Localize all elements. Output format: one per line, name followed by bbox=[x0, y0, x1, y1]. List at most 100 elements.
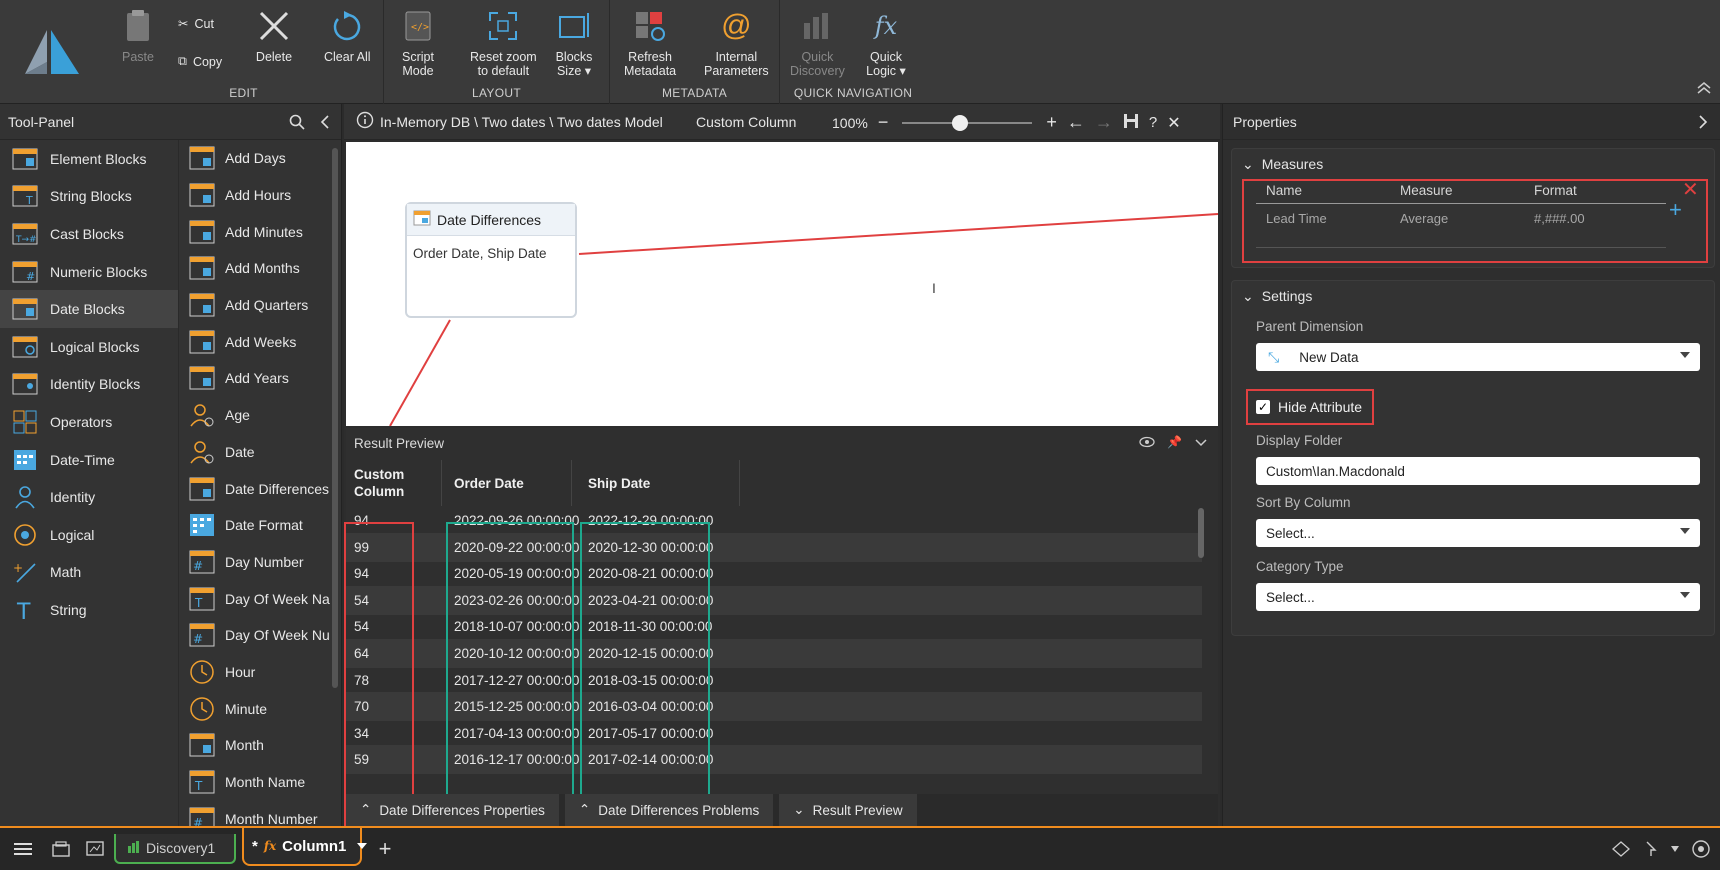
taskbar-tab-discovery1[interactable]: Discovery1 bbox=[114, 834, 236, 864]
display-folder-input[interactable]: Custom\Ian.Macdonald bbox=[1256, 457, 1700, 485]
collapse-ribbon-icon[interactable] bbox=[1696, 80, 1712, 96]
table-row[interactable]: 54 2023-02-26 00:00:00 2023-04-21 00:00:00 bbox=[346, 585, 1202, 615]
block-item-month-number[interactable]: # Month Number bbox=[179, 800, 330, 826]
search-icon[interactable] bbox=[289, 114, 305, 133]
paste-button[interactable]: Paste bbox=[118, 6, 158, 64]
block-item-month[interactable]: Month bbox=[179, 727, 330, 764]
collapse-panel-chevron-icon[interactable] bbox=[319, 114, 331, 133]
forward-arrow-icon[interactable]: → bbox=[1095, 112, 1113, 133]
presentation-icon[interactable] bbox=[84, 838, 106, 860]
zoom-in-button[interactable]: + bbox=[1046, 112, 1057, 133]
column-header-custom-column[interactable]: Custom Column bbox=[346, 460, 442, 506]
measure-name-cell[interactable]: Lead Time bbox=[1266, 211, 1327, 226]
table-row[interactable]: 34 2017-04-13 00:00:00 2017-05-17 00:00:00 bbox=[346, 719, 1202, 748]
tab-date-differences-properties[interactable]: ⌃ Date Differences Properties bbox=[346, 794, 559, 826]
quick-discovery-button[interactable]: Quick Discovery bbox=[790, 6, 845, 78]
table-row[interactable]: 54 2018-10-07 00:00:00 2018-11-30 00:00:00 bbox=[346, 612, 1202, 641]
back-arrow-icon[interactable]: ← bbox=[1067, 112, 1085, 133]
layers-icon[interactable] bbox=[1610, 838, 1632, 860]
category-math[interactable]: + Math bbox=[0, 554, 178, 592]
refresh-metadata-button[interactable]: Refresh Metadata bbox=[624, 6, 676, 78]
block-item-add-years[interactable]: Add Years bbox=[179, 360, 330, 397]
pin-icon[interactable]: 📌 bbox=[1167, 435, 1182, 452]
collapse-properties-chevron-icon[interactable] bbox=[1698, 114, 1708, 133]
table-row[interactable]: 78 2017-12-27 00:00:00 2018-03-15 00:00:00 bbox=[346, 666, 1202, 695]
measure-format-cell[interactable]: #,###.00 bbox=[1534, 211, 1585, 226]
zoom-slider-thumb[interactable] bbox=[952, 114, 969, 131]
connection-status-icon[interactable] bbox=[1690, 838, 1712, 860]
measure-type-cell[interactable]: Average bbox=[1400, 211, 1448, 226]
date-differences-block[interactable]: Date Differences Order Date, Ship Date bbox=[405, 202, 577, 318]
category-logical-blocks[interactable]: Logical Blocks bbox=[0, 328, 178, 366]
block-item-minute[interactable]: Minute bbox=[179, 690, 330, 727]
category-string[interactable]: T String bbox=[0, 591, 178, 629]
column-header-order-date[interactable]: Order Date bbox=[442, 460, 572, 506]
table-row[interactable]: 94 2022-09-26 00:00:00 2022-12-29 00:00:00 bbox=[346, 506, 1202, 535]
info-icon[interactable] bbox=[356, 111, 374, 132]
save-icon[interactable] bbox=[1123, 113, 1139, 132]
measures-section-header[interactable]: ⌄ Measures bbox=[1232, 149, 1714, 179]
app-logo[interactable] bbox=[0, 0, 104, 104]
remove-measure-icon[interactable]: ✕ bbox=[1682, 177, 1699, 202]
block-item-day-of-week-na[interactable]: T Day Of Week Na... bbox=[179, 580, 330, 617]
hamburger-menu-icon[interactable] bbox=[12, 838, 34, 860]
sort-by-column-select[interactable]: Select... bbox=[1256, 519, 1700, 547]
tab-date-differences-problems[interactable]: ⌃ Date Differences Problems bbox=[564, 794, 774, 826]
script-mode-button[interactable]: </> Script Mode bbox=[398, 6, 438, 78]
category-string-blocks[interactable]: T String Blocks bbox=[0, 178, 178, 216]
quick-logic-button[interactable]: fx Quick Logic ▾ bbox=[866, 6, 906, 78]
cut-button[interactable]: ✂ Cut bbox=[178, 16, 214, 32]
table-row[interactable]: 59 2016-12-17 00:00:00 2017-02-14 00:00:00 bbox=[346, 745, 1202, 775]
category-date-blocks[interactable]: Date Blocks bbox=[0, 290, 178, 328]
reset-zoom-button[interactable]: Reset zoom to default bbox=[470, 6, 537, 78]
taskbar-tab-column1[interactable]: * fx Column1 bbox=[242, 828, 368, 866]
new-tab-plus-icon[interactable]: + bbox=[374, 836, 396, 861]
clear-all-button[interactable]: Clear All bbox=[324, 6, 371, 64]
block-item-add-days[interactable]: Add Days bbox=[179, 140, 330, 177]
table-row[interactable]: 94 2020-05-19 00:00:00 2020-08-21 00:00:00 bbox=[346, 559, 1202, 588]
category-cast-blocks[interactable]: T→# Cast Blocks bbox=[0, 215, 178, 253]
help-icon[interactable]: ? bbox=[1149, 114, 1157, 131]
block-list-scrollbar[interactable] bbox=[332, 148, 338, 688]
table-row[interactable]: 64 2020-10-12 00:00:00 2020-12-15 00:00:00 bbox=[346, 639, 1202, 668]
table-row[interactable]: 70 2015-12-25 00:00:00 2016-03-04 00:00:00 bbox=[346, 692, 1202, 722]
category-logical[interactable]: Logical bbox=[0, 516, 178, 554]
block-item-add-quarters[interactable]: Add Quarters bbox=[179, 287, 330, 324]
chevron-down-icon[interactable] bbox=[1194, 435, 1208, 452]
block-item-add-minutes[interactable]: Add Minutes bbox=[179, 213, 330, 250]
block-item-date[interactable]: Date bbox=[179, 434, 330, 471]
category-element-blocks[interactable]: Element Blocks bbox=[0, 140, 178, 178]
block-item-date-format[interactable]: Date Format bbox=[179, 507, 330, 544]
pin-settings-icon[interactable] bbox=[1640, 838, 1662, 860]
block-item-month-name[interactable]: T Month Name bbox=[179, 764, 330, 801]
design-canvas[interactable]: Date Differences Order Date, Ship Date I bbox=[346, 142, 1218, 426]
block-item-add-weeks[interactable]: Add Weeks bbox=[179, 323, 330, 360]
hide-attribute-checkbox[interactable]: ✓ Hide Attribute bbox=[1246, 389, 1374, 425]
category-identity[interactable]: Identity bbox=[0, 478, 178, 516]
copy-button[interactable]: ⧉ Copy bbox=[178, 54, 222, 69]
delete-button[interactable]: Delete bbox=[254, 6, 294, 64]
zoom-slider[interactable] bbox=[902, 114, 1033, 131]
chevron-down-icon[interactable] bbox=[356, 838, 368, 855]
internal-parameters-button[interactable]: @ Internal Parameters bbox=[704, 6, 769, 79]
open-folder-icon[interactable] bbox=[50, 838, 72, 860]
block-item-add-hours[interactable]: Add Hours bbox=[179, 177, 330, 214]
category-numeric-blocks[interactable]: # Numeric Blocks bbox=[0, 253, 178, 291]
zoom-out-button[interactable]: − bbox=[878, 112, 889, 133]
column-header-ship-date[interactable]: Ship Date bbox=[572, 460, 740, 506]
dropdown-caret-icon[interactable] bbox=[1664, 838, 1686, 860]
close-icon[interactable]: ✕ bbox=[1167, 113, 1180, 133]
grid-scrollbar[interactable] bbox=[1198, 508, 1204, 558]
category-date-time[interactable]: Date-Time bbox=[0, 441, 178, 479]
block-item-day-number[interactable]: # Day Number bbox=[179, 544, 330, 581]
add-measure-icon[interactable]: + bbox=[1669, 197, 1682, 223]
block-item-date-differences[interactable]: Date Differences bbox=[179, 470, 330, 507]
table-row[interactable]: 99 2020-09-22 00:00:00 2020-12-30 00:00:00 bbox=[346, 532, 1202, 562]
eye-icon[interactable] bbox=[1139, 435, 1155, 452]
block-item-hour[interactable]: Hour bbox=[179, 654, 330, 691]
block-item-day-of-week-nu[interactable]: # Day Of Week Nu... bbox=[179, 617, 330, 654]
settings-section-header[interactable]: ⌄ Settings bbox=[1232, 281, 1714, 311]
category-type-select[interactable]: Select... bbox=[1256, 583, 1700, 611]
category-operators[interactable]: Operators bbox=[0, 403, 178, 441]
parent-dimension-select[interactable]: ⤡ New Data bbox=[1256, 343, 1700, 371]
